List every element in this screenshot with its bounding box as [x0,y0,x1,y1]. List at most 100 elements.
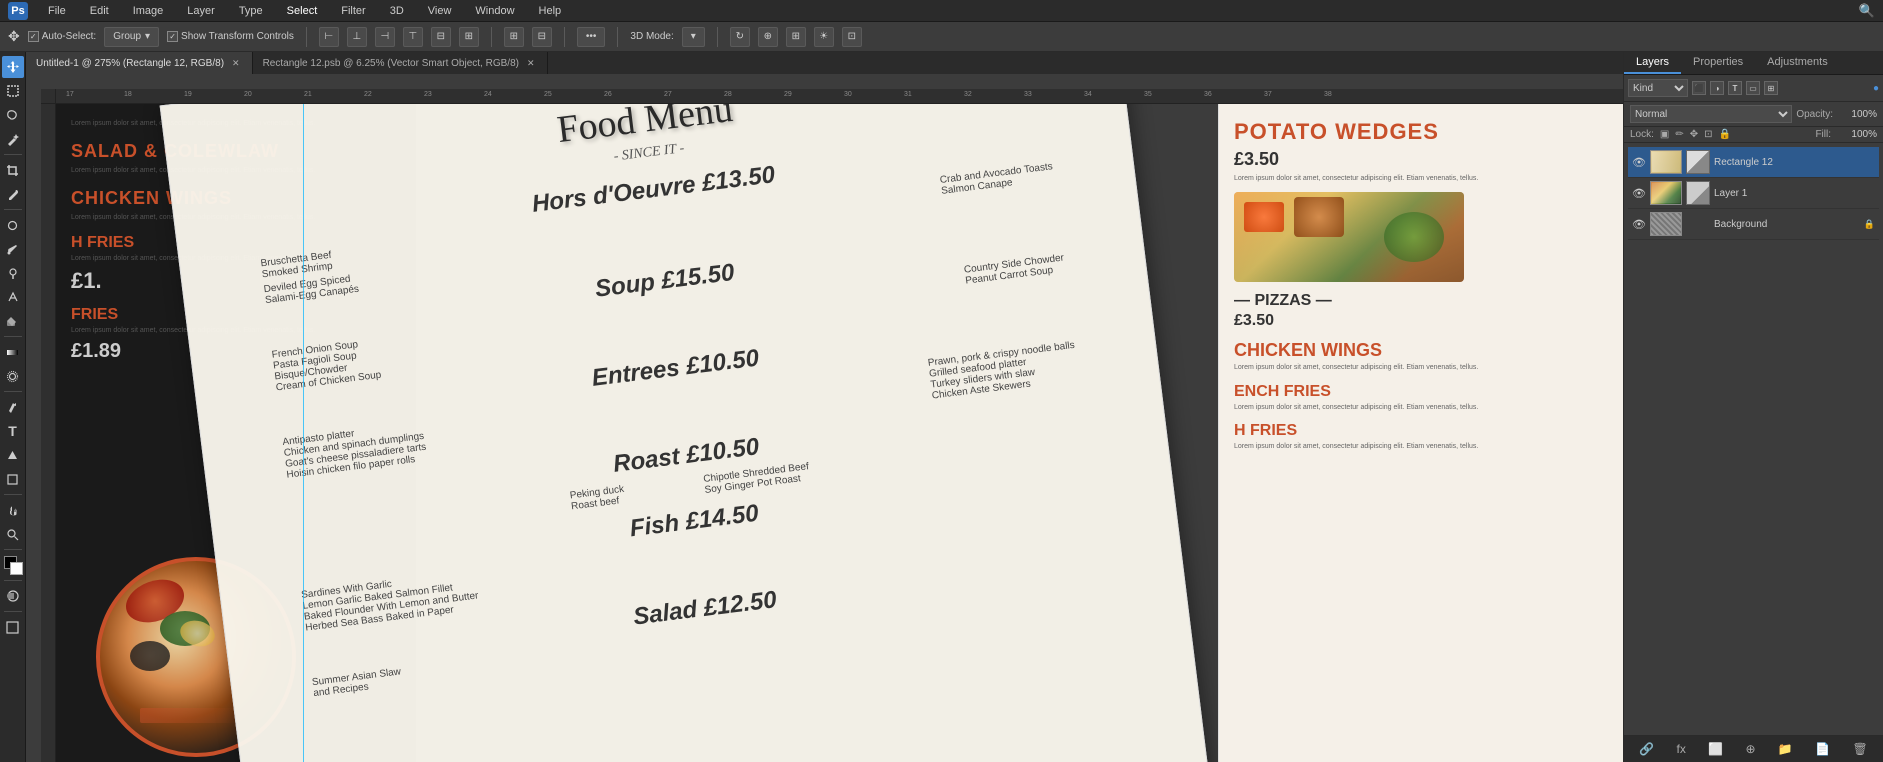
search-icon[interactable]: 🔍 [1859,3,1875,19]
blur-tool[interactable] [2,365,24,387]
layer-thumb-layer1 [1650,181,1682,205]
menu-window[interactable]: Window [471,3,518,19]
lock-artboard-btn[interactable]: ⊡ [1704,129,1712,140]
menu-view[interactable]: View [424,3,456,19]
align-right-btn[interactable]: ⊣ [375,27,395,47]
tab-rectangle12[interactable]: Rectangle 12.psb @ 6.25% (Vector Smart O… [253,52,548,74]
rectangle-select-tool[interactable] [2,80,24,102]
lock-image-btn[interactable]: ✏ [1675,129,1683,140]
menu-image[interactable]: Image [129,3,168,19]
auto-select-checkbox[interactable]: ✓ Auto-Select: [28,31,96,42]
group-select[interactable]: Group ▾ [104,27,159,47]
filter-shape-icon[interactable]: ▭ [1746,81,1760,95]
distribute2-btn[interactable]: ⊟ [532,27,552,47]
layer-layer1[interactable]: 👁 Layer 1 [1628,178,1879,209]
filter-smartobj-icon[interactable]: ⊞ [1764,81,1778,95]
magic-wand-tool[interactable] [2,128,24,150]
food-photo-thumb [1234,192,1464,282]
tab-close-2[interactable]: ✕ [525,57,537,70]
filter-pixel-icon[interactable]: ⬛ [1692,81,1706,95]
text-tool[interactable]: T [2,420,24,442]
mode-3d-select[interactable]: ▾ [682,27,705,47]
zoom-tool[interactable] [2,523,24,545]
stamp-tool[interactable] [2,262,24,284]
menu-file[interactable]: File [44,3,70,19]
tab-layers[interactable]: Layers [1624,52,1681,74]
layer-eye-rectangle12[interactable]: 👁 [1632,156,1646,169]
layer-adj-btn[interactable]: ⊕ [1742,740,1760,758]
tab-properties[interactable]: Properties [1681,52,1755,74]
align-bottom-btn[interactable]: ⊞ [459,27,479,47]
layer-name-rectangle12: Rectangle 12 [1714,157,1875,168]
menu-select[interactable]: Select [283,3,322,19]
3d-zoom-icon[interactable]: ⊞ [786,27,806,47]
tab-bar: Untitled-1 @ 275% (Rectangle 12, RGB/8) … [26,52,1623,74]
menu-filter[interactable]: Filter [337,3,369,19]
align-left-btn[interactable]: ⊢ [319,27,339,47]
layer-background[interactable]: 👁 Background 🔒 [1628,209,1879,240]
shape-tool[interactable] [2,468,24,490]
layer-thumb-rectangle12 [1650,150,1682,174]
opacity-value[interactable]: 100% [1837,109,1877,120]
3d-extra-icon[interactable]: ⊡ [842,27,862,47]
potato-desc: Lorem ipsum dolor sit amet, consectetur … [1234,174,1623,184]
align-top-btn[interactable]: ⊤ [403,27,423,47]
screen-mode-btn[interactable] [2,616,24,638]
menu-edit[interactable]: Edit [86,3,113,19]
eraser-tool[interactable] [2,310,24,332]
healing-brush-tool[interactable] [2,214,24,236]
tab-adjustments[interactable]: Adjustments [1755,52,1840,74]
more-options-btn[interactable]: ••• [577,27,606,47]
path-select-tool[interactable] [2,444,24,466]
ruler-vertical [41,104,56,762]
layer-rectangle12[interactable]: 👁 Rectangle 12 [1628,147,1879,178]
quick-mask-btn[interactable] [2,585,24,607]
lasso-tool[interactable] [2,104,24,126]
align-center-v-btn[interactable]: ⊥ [347,27,367,47]
3d-pan-icon[interactable]: ⊕ [758,27,778,47]
3d-light-icon[interactable]: ☀ [814,27,834,47]
layer-fx-btn[interactable]: fx [1672,740,1689,758]
layer-eye-layer1[interactable]: 👁 [1632,187,1646,200]
filter-type-icon[interactable]: T [1728,81,1742,95]
filter-toggle[interactable]: ● [1873,83,1879,94]
layer-new-btn[interactable]: 📄 [1811,740,1834,758]
3d-rotate-icon[interactable]: ↻ [730,27,750,47]
filter-kind-select[interactable]: Kind Name Effect Mode Attribute Color Sm… [1628,79,1688,97]
gradient-tool[interactable] [2,341,24,363]
menu-type[interactable]: Type [235,3,267,19]
fill-value[interactable]: 100% [1837,129,1877,140]
menu-help[interactable]: Help [535,3,566,19]
layer-filter-row: Kind Name Effect Mode Attribute Color Sm… [1624,75,1883,102]
layer-link-btn[interactable]: 🔗 [1635,740,1658,758]
move-tool[interactable] [2,56,24,78]
layer-mask-btn[interactable]: ⬜ [1704,740,1727,758]
align-middle-h-btn[interactable]: ⊟ [431,27,451,47]
eyedropper-tool[interactable] [2,183,24,205]
brush-tool[interactable] [2,238,24,260]
lock-transparent-btn[interactable]: ▣ [1660,129,1669,140]
transform-checkbox[interactable]: ✓ Show Transform Controls [167,31,294,42]
document-viewport[interactable]: Lorem ipsum dolor sit amet, consectetur … [56,104,1623,762]
color-swatches[interactable] [2,554,24,576]
layer-eye-background[interactable]: 👁 [1632,218,1646,231]
layer-group-btn[interactable]: 📁 [1774,740,1797,758]
crop-tool[interactable] [2,159,24,181]
lock-position-btn[interactable]: ✥ [1690,129,1698,140]
menu-layer[interactable]: Layer [183,3,219,19]
lock-all-btn[interactable]: 🔒 [1719,129,1731,140]
menu-3d[interactable]: 3D [386,3,408,19]
filter-adjustment-icon[interactable]: ◑ [1710,81,1724,95]
layer-delete-btn[interactable]: 🗑 [1849,740,1872,758]
tab-close-1[interactable]: ✕ [230,57,242,70]
blend-mode-select[interactable]: Normal Dissolve Multiply Screen Overlay … [1630,105,1792,123]
chicken-wings-title-right: CHICKEN WINGS [1234,340,1623,361]
hand-tool[interactable] [2,499,24,521]
pizzas-title: — PIZZAS — [1234,292,1623,310]
ruler-horizontal: 17 18 19 20 21 22 23 24 25 26 27 28 29 3… [56,89,1623,104]
layer-thumb-background [1650,212,1682,236]
pen-tool[interactable] [2,396,24,418]
history-brush-tool[interactable] [2,286,24,308]
distribute-btn[interactable]: ⊞ [504,27,524,47]
tab-untitled1[interactable]: Untitled-1 @ 275% (Rectangle 12, RGB/8) … [26,52,253,74]
